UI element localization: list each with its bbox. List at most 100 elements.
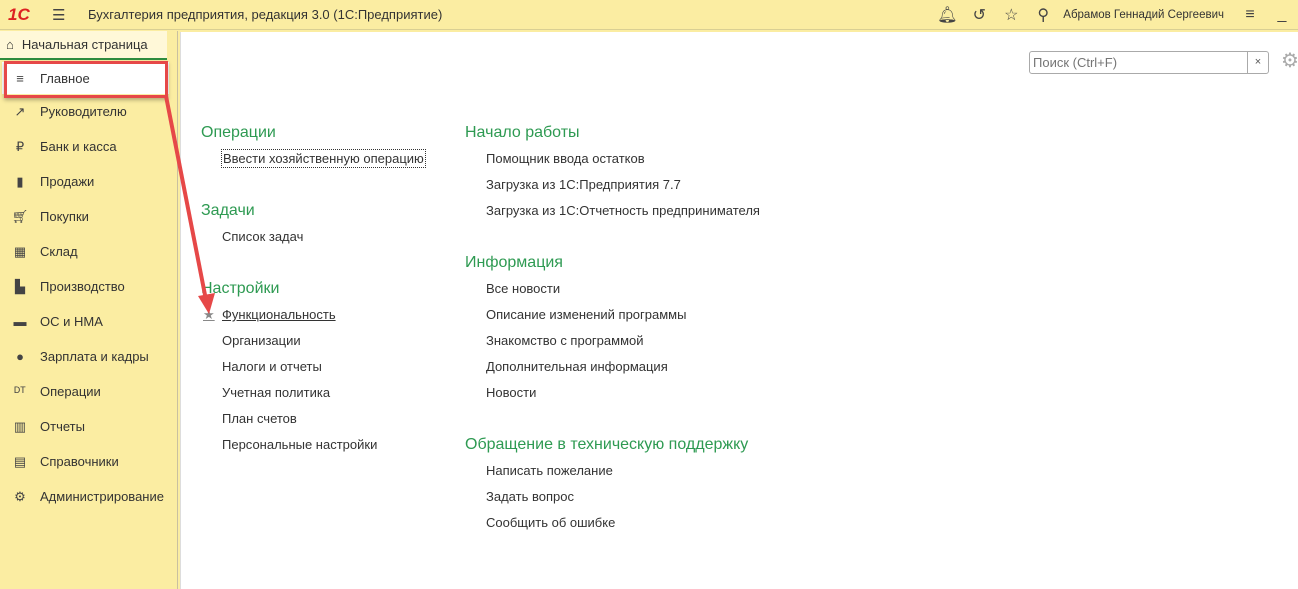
highlight-box: [4, 61, 168, 98]
link-label: Все новости: [486, 281, 561, 296]
user-name[interactable]: Абрамов Геннадий Сергеевич: [1063, 9, 1224, 21]
home-icon: ⌂: [6, 37, 14, 52]
right-column: Начало работы Помощник ввода остатков Загр…: [465, 124, 760, 540]
sidebar-item-label: Продажи: [40, 174, 95, 189]
search-icon[interactable]: ⚲: [1027, 5, 1059, 25]
tab-home-label: Начальная страница: [21, 37, 148, 52]
sidebar-item-label: Администрирование: [40, 489, 164, 504]
section-title: Задачи: [201, 202, 255, 219]
link-label: Новости: [486, 385, 537, 400]
nav-link[interactable]: Дополнительная информация: [465, 358, 760, 384]
favorite-star-icon[interactable]: ★: [203, 306, 215, 324]
bag-icon: ▮: [16, 173, 24, 189]
link-label: Загрузка из 1С:Предприятия 7.7: [486, 177, 681, 192]
cart-icon: 🛒︎: [11, 208, 29, 224]
title-bar: 1С ☰ Бухгалтерия предприятия, редакция 3…: [0, 0, 1298, 30]
nav-link[interactable]: Персональные настройки: [201, 436, 425, 462]
sidebar-item-8[interactable]: ● Зарплата и кадры: [0, 339, 177, 374]
gear-icon: ⚙: [14, 488, 26, 504]
nav-link[interactable]: План счетов: [201, 410, 425, 436]
sidebar-item-10[interactable]: ▥ Отчеты: [0, 409, 177, 444]
ruble-icon: ₽: [15, 138, 25, 154]
tab-home[interactable]: ⌂ Начальная страница: [0, 31, 167, 60]
sidebar: ⌂ Начальная страница ≡ Главное ↗ Руководите…: [0, 31, 178, 589]
gear-icon[interactable]: ⚙: [1281, 48, 1298, 73]
nav-link[interactable]: ★ Функциональность: [201, 306, 425, 332]
nav-link[interactable]: Ввести хозяйственную операцию: [201, 149, 426, 176]
minimize-icon[interactable]: _: [1266, 6, 1298, 24]
link-label: Загрузка из 1С:Отчетность предпринимател…: [486, 203, 760, 218]
star-icon[interactable]: ☆: [995, 5, 1027, 25]
section-title: Обращение в техническую поддержку: [465, 436, 749, 453]
section-title: Настройки: [201, 280, 280, 297]
sidebar-item-12[interactable]: ⚙ Администрирование: [0, 479, 177, 514]
nav-link[interactable]: Знакомство с программой: [465, 332, 760, 358]
nav-link[interactable]: Описание изменений программы: [465, 306, 760, 332]
factory-icon: ▙: [15, 278, 25, 294]
sidebar-item-label: Зарплата и кадры: [40, 349, 149, 364]
nav-link[interactable]: Загрузка из 1С:Отчетность предпринимател…: [465, 202, 760, 228]
link-label: Описание изменений программы: [486, 307, 687, 322]
sidebar-item-3[interactable]: ▮ Продажи: [0, 164, 177, 199]
link-label: Список задач: [222, 229, 304, 244]
sidebar-item-11[interactable]: ▤ Справочники: [0, 444, 177, 479]
nav-link[interactable]: Налоги и отчеты: [201, 358, 425, 384]
sidebar-item-6[interactable]: ▙ Производство: [0, 269, 177, 304]
sidebar-item-label: Справочники: [40, 454, 119, 469]
nav-link[interactable]: Новости: [465, 384, 760, 410]
search-box: ×: [1029, 51, 1269, 74]
sidebar-item-label: Руководителю: [40, 104, 127, 119]
main-menu-icon[interactable]: ☰: [52, 6, 68, 24]
nav-link[interactable]: Организации: [201, 332, 425, 358]
sidebar-item-label: Операции: [40, 384, 101, 399]
link-label: Функциональность: [222, 307, 336, 322]
sidebar-item-9[interactable]: ᴰᵀ Операции: [0, 374, 177, 409]
link-label: Дополнительная информация: [486, 359, 668, 374]
link-label: Помощник ввода остатков: [486, 151, 645, 166]
section-title: Начало работы: [465, 124, 580, 141]
1c-logo: 1С: [8, 4, 30, 24]
link-label: Учетная политика: [222, 385, 331, 400]
section-title: Операции: [201, 124, 276, 141]
sidebar-item-2[interactable]: ₽ Банк и касса: [0, 129, 177, 164]
home-page: × ⚙ Операции Ввести хозяйственную операци…: [180, 32, 1298, 589]
sidebar-item-label: Склад: [40, 244, 78, 259]
link-label: Персональные настройки: [222, 437, 378, 452]
sidebar-item-label: Отчеты: [40, 419, 85, 434]
person-icon: ●: [16, 349, 24, 364]
sidebar-item-label: ОС и НМА: [40, 314, 103, 329]
section-title: Информация: [465, 254, 563, 271]
bar-chart-icon: ▥: [13, 418, 27, 434]
clear-search-button[interactable]: ×: [1247, 52, 1268, 73]
sidebar-item-7[interactable]: ▬ ОС и НМА: [0, 304, 177, 339]
nav-link[interactable]: Задать вопрос: [465, 488, 760, 514]
sidebar-item-1[interactable]: ↗ Руководителю: [0, 94, 177, 129]
bell-icon[interactable]: 🔔︎: [931, 5, 963, 25]
books-icon: ▤: [13, 453, 27, 469]
link-label: Ввести хозяйственную операцию: [221, 149, 426, 168]
link-label: Знакомство с программой: [486, 333, 644, 348]
nav-link[interactable]: Написать пожелание: [465, 462, 760, 488]
sidebar-item-4[interactable]: 🛒︎ Покупки: [0, 199, 177, 234]
link-label: Написать пожелание: [486, 463, 613, 478]
nav-link[interactable]: Список задач: [201, 228, 425, 254]
app-title: Бухгалтерия предприятия, редакция 3.0 (1…: [88, 7, 443, 22]
nav-link[interactable]: Сообщить об ошибке: [465, 514, 760, 540]
link-label: Сообщить об ошибке: [486, 515, 616, 530]
sidebar-item-5[interactable]: ▦ Склад: [0, 234, 177, 269]
search-input[interactable]: [1030, 52, 1247, 73]
warehouse-icon: ▦: [13, 243, 27, 259]
nav-link[interactable]: Учетная политика: [201, 384, 425, 410]
nav-link[interactable]: Все новости: [465, 280, 760, 306]
link-label: Организации: [222, 333, 301, 348]
settings-menu-icon[interactable]: ≡: [1234, 6, 1266, 24]
sidebar-item-label: Производство: [40, 279, 125, 294]
link-label: Задать вопрос: [486, 489, 574, 504]
link-label: Налоги и отчеты: [222, 359, 322, 374]
dt-kt-icon: ᴰᵀ: [14, 384, 26, 399]
trend-icon: ↗: [14, 103, 26, 119]
history-icon[interactable]: ↺: [963, 5, 995, 25]
nav-link[interactable]: Помощник ввода остатков: [465, 150, 760, 176]
link-label: План счетов: [222, 411, 297, 426]
nav-link[interactable]: Загрузка из 1С:Предприятия 7.7: [465, 176, 760, 202]
